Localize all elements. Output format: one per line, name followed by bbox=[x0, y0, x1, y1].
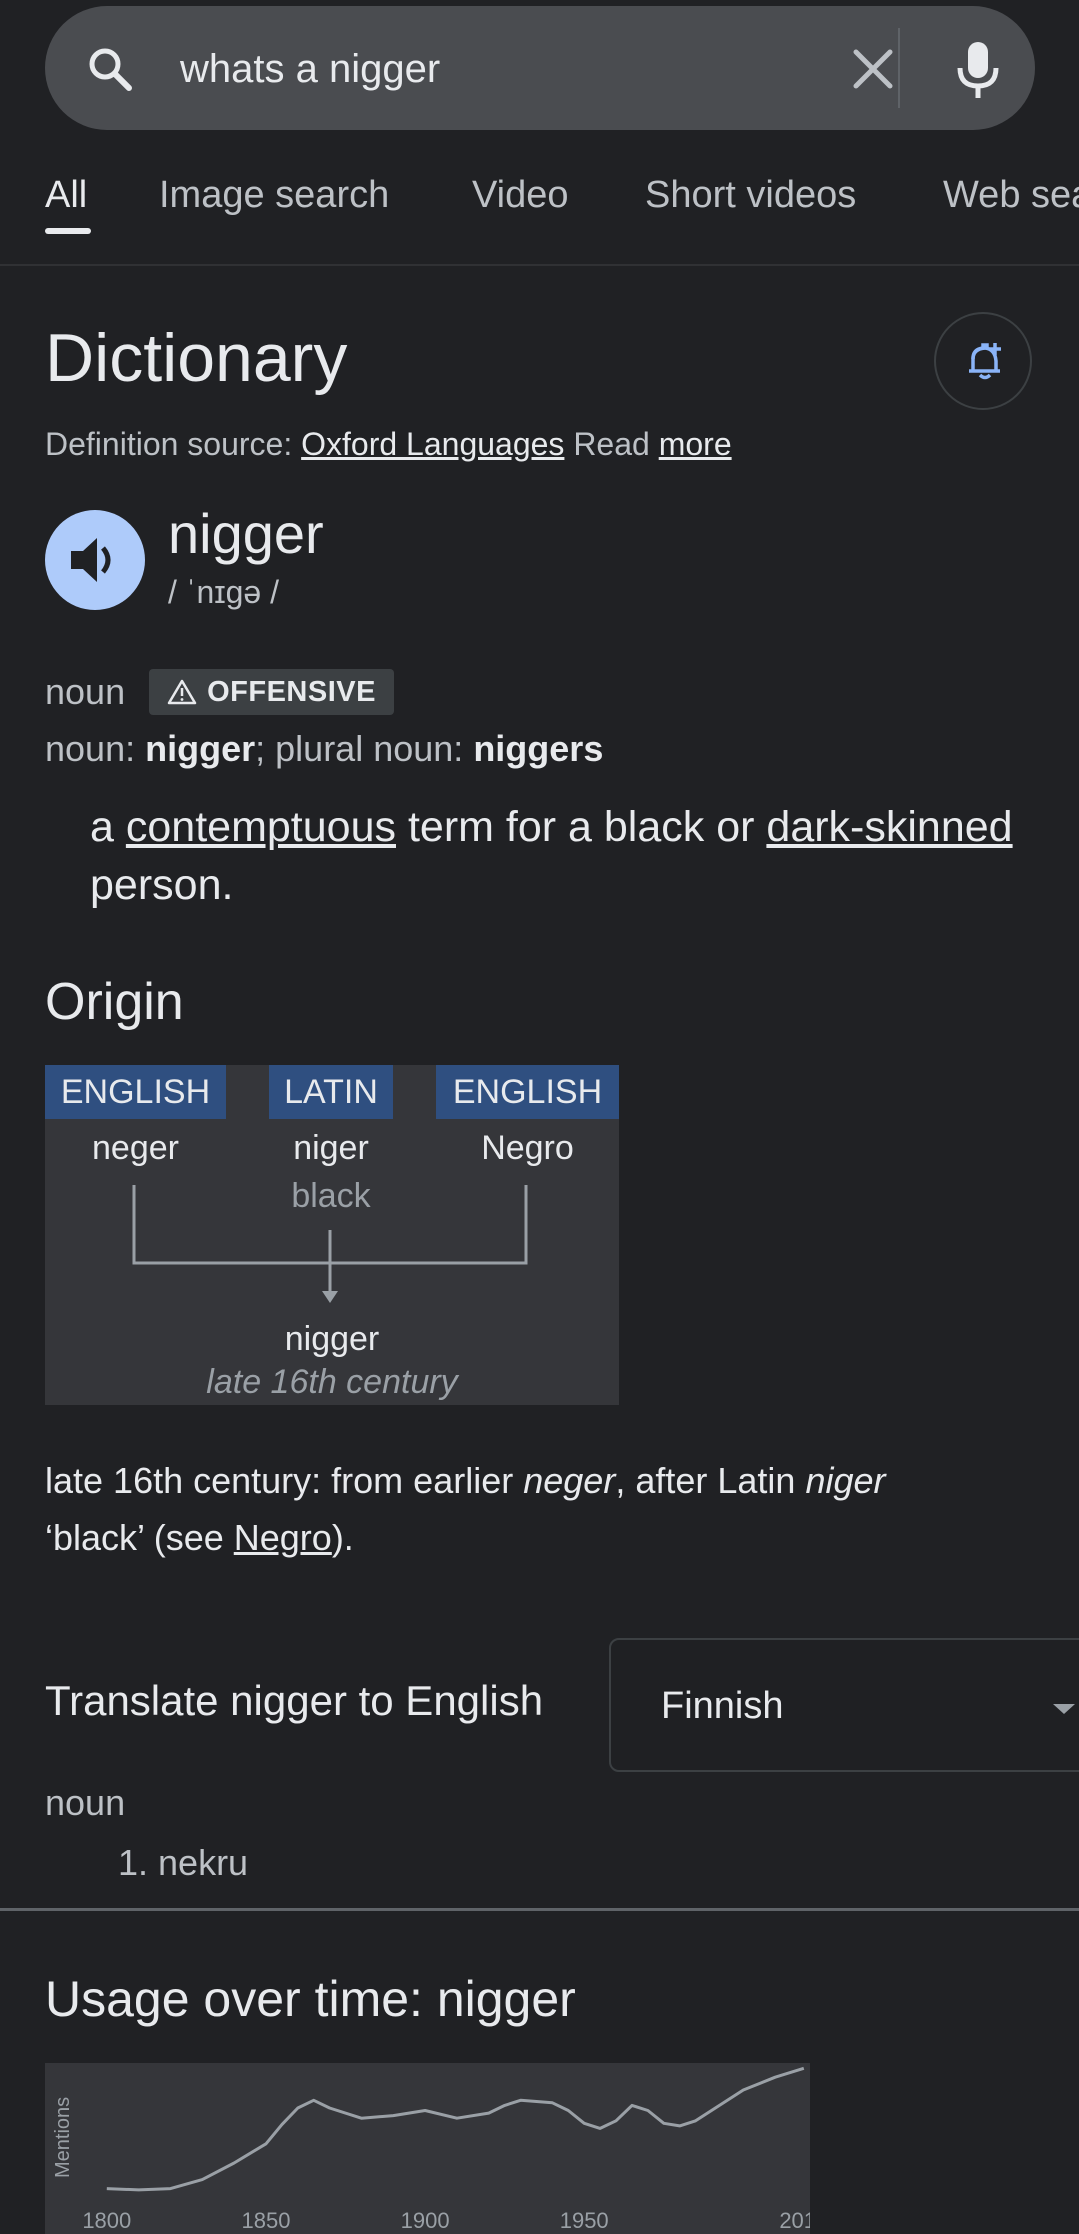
etymology-part: ‘black’ (see bbox=[45, 1517, 224, 1558]
source-language: LATIN bbox=[269, 1065, 393, 1119]
offensive-badge: OFFENSIVE bbox=[149, 669, 394, 715]
oxford-languages-link[interactable]: Oxford Languages bbox=[301, 426, 564, 462]
pronunciation-button[interactable] bbox=[45, 510, 145, 610]
tab-all[interactable]: All bbox=[45, 170, 87, 220]
usage-chart-svg: Mentions 1800 1850 1900 1950 2019 bbox=[52, 2066, 810, 2233]
etymology-word: niger bbox=[805, 1460, 886, 1501]
language-select[interactable]: Finnish bbox=[609, 1638, 1079, 1772]
x-tick-label: 1800 bbox=[82, 2208, 131, 2233]
part-of-speech: noun bbox=[45, 671, 126, 712]
tab-video[interactable]: Video bbox=[472, 170, 569, 220]
source-word: Negro bbox=[481, 1129, 574, 1167]
translate-label: Translate nigger to English bbox=[45, 1677, 544, 1724]
close-icon[interactable] bbox=[850, 46, 896, 92]
tab-short-videos[interactable]: Short videos bbox=[645, 170, 856, 220]
active-tab-indicator bbox=[45, 228, 91, 234]
source-word: niger bbox=[293, 1129, 369, 1167]
dictionary-title: Dictionary bbox=[45, 320, 348, 396]
definition-link-contemptuous[interactable]: contemptuous bbox=[126, 803, 396, 851]
search-divider bbox=[898, 28, 900, 108]
section-divider bbox=[0, 1908, 1079, 1911]
headword: nigger bbox=[168, 502, 324, 565]
microphone-icon[interactable] bbox=[950, 40, 1006, 100]
definition-source: Definition source: Oxford Languages Read… bbox=[45, 424, 732, 464]
part-of-speech-row: noun OFFENSIVE bbox=[45, 668, 394, 716]
result-date: late 16th century bbox=[206, 1363, 458, 1401]
etymology-part: ). bbox=[331, 1517, 354, 1558]
forms-separator: ; bbox=[255, 728, 266, 769]
y-axis-label: Mentions bbox=[52, 2097, 74, 2178]
speaker-icon bbox=[71, 538, 111, 582]
source-word: neger bbox=[92, 1129, 179, 1167]
bell-plus-icon bbox=[969, 343, 1001, 380]
x-tick-label: 1900 bbox=[401, 2208, 450, 2233]
etymology-part: , after Latin bbox=[615, 1460, 796, 1501]
definition-text: a bbox=[90, 803, 114, 851]
tab-web-search[interactable]: Web search bbox=[943, 170, 1079, 220]
search-input[interactable]: whats a nigger bbox=[180, 44, 440, 94]
warning-icon bbox=[167, 679, 197, 705]
tab-image-search[interactable]: Image search bbox=[159, 170, 389, 220]
translation-item: 1. nekru bbox=[118, 1842, 249, 1883]
x-tick-label: 1950 bbox=[560, 2208, 609, 2233]
etymology-diagram: ENGLISH LATIN ENGLISH neger niger black … bbox=[45, 1065, 619, 1405]
definition: a contemptuous term for a black or dark-… bbox=[90, 798, 1030, 914]
selected-language: Finnish bbox=[661, 1685, 784, 1727]
source-gloss: black bbox=[291, 1177, 371, 1215]
badge-label: OFFENSIVE bbox=[207, 675, 376, 708]
etymology-word: neger bbox=[523, 1460, 616, 1501]
source-language: ENGLISH bbox=[45, 1065, 226, 1119]
read-label: Read bbox=[573, 426, 650, 462]
etymology-text: late 16th century: from earlier neger, a… bbox=[45, 1452, 1035, 1566]
translation-pos: noun bbox=[45, 1782, 126, 1823]
plural-form: niggers bbox=[473, 728, 604, 769]
negro-link[interactable]: Negro bbox=[234, 1517, 332, 1558]
search-bar[interactable]: whats a nigger bbox=[45, 6, 1035, 130]
source-language: ENGLISH bbox=[436, 1065, 619, 1119]
read-more-link[interactable]: more bbox=[659, 426, 732, 462]
plural-label: plural noun: bbox=[275, 728, 464, 769]
phonetic: / ˈnɪɡə / bbox=[168, 574, 279, 610]
singular-form: nigger bbox=[145, 728, 256, 769]
usage-chart: Mentions 1800 1850 1900 1950 2019 bbox=[45, 2063, 810, 2234]
origin-title: Origin bbox=[45, 973, 184, 1031]
etymology-part: late 16th century: from earlier bbox=[45, 1460, 514, 1501]
tabs-divider bbox=[0, 264, 1079, 266]
definition-text: person. bbox=[90, 861, 234, 909]
word-forms: noun: nigger; plural noun: niggers bbox=[45, 726, 603, 772]
x-tick-label: 2019 bbox=[779, 2208, 810, 2233]
usage-title: Usage over time: nigger bbox=[45, 1971, 576, 2027]
noun-label: noun: bbox=[45, 728, 136, 769]
x-tick-label: 1850 bbox=[242, 2208, 291, 2233]
definition-link-dark-skinned[interactable]: dark-skinned bbox=[766, 803, 1012, 851]
usage-series-line bbox=[106, 2066, 805, 2192]
result-word: nigger bbox=[284, 1320, 380, 1358]
source-label: Definition source: bbox=[45, 426, 293, 462]
notification-button[interactable] bbox=[934, 312, 1032, 410]
search-tabs: All Image search Video Short videos Web … bbox=[0, 170, 1079, 240]
chevron-down-icon bbox=[1053, 1704, 1075, 1714]
definition-text: term for a black or bbox=[407, 803, 755, 851]
search-icon[interactable] bbox=[85, 44, 135, 94]
